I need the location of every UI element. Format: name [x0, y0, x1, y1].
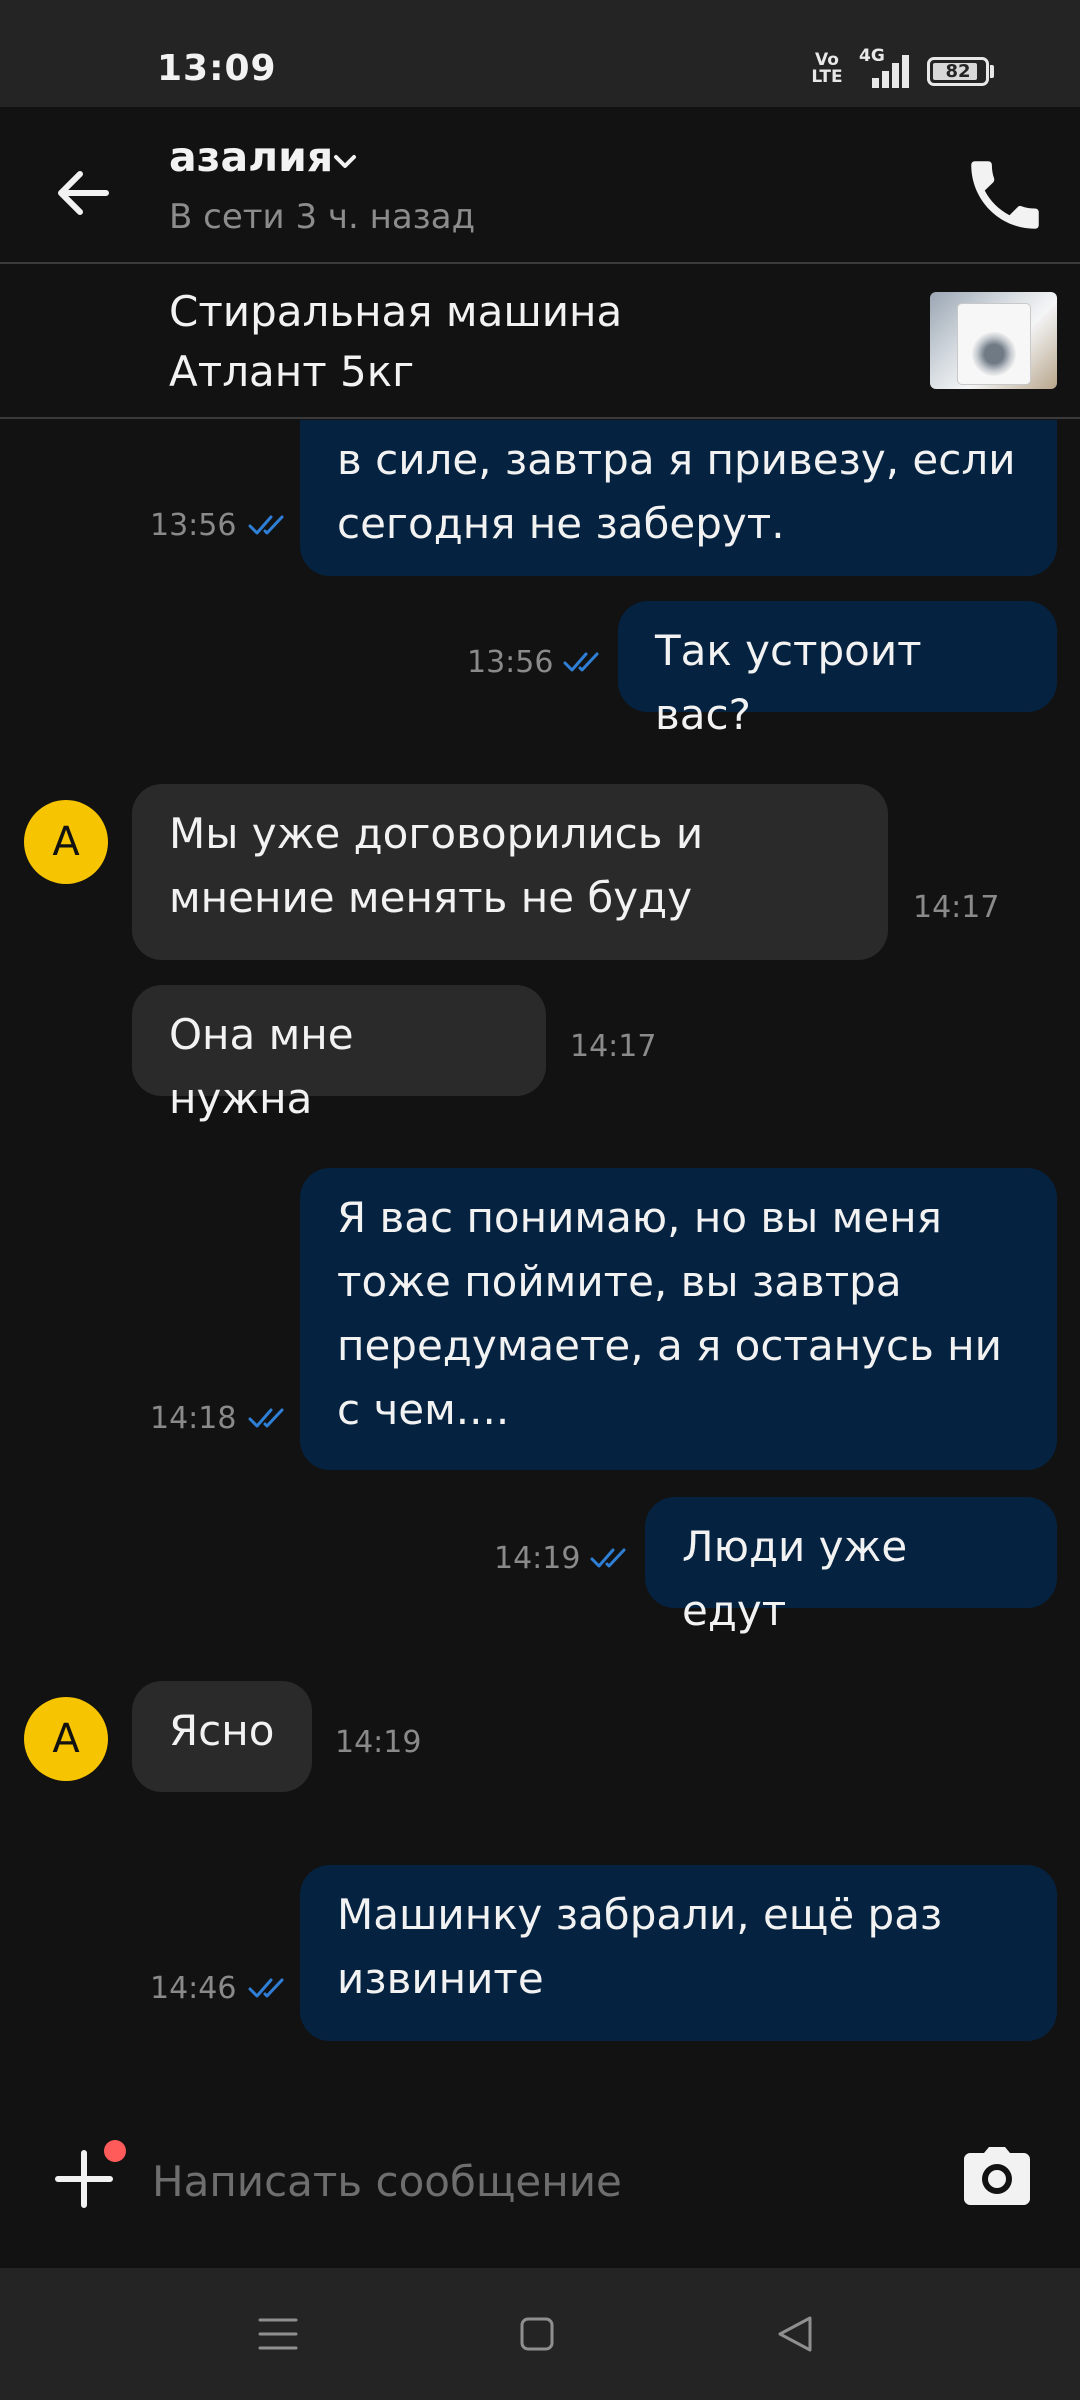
message-time: 13:56 — [467, 645, 554, 680]
message-list[interactable]: в силе, завтра я привезу, если сегодня н… — [0, 420, 1080, 2060]
camera-icon — [964, 2147, 1030, 2205]
message-bubble[interactable]: Так устроит вас? — [618, 601, 1057, 739]
message-time: 13:56 — [150, 508, 237, 543]
back-button[interactable] — [40, 150, 126, 236]
message-bubble[interactable]: Она мне нужна — [132, 985, 546, 1123]
read-ticks-icon — [248, 515, 284, 535]
menu-icon — [258, 2318, 298, 2350]
attach-button[interactable] — [54, 2149, 114, 2209]
triangle-back-icon — [778, 2316, 812, 2352]
message-bubble[interactable]: Мы уже договорились и мнение менять не б… — [132, 784, 888, 960]
washing-machine-image — [958, 304, 1030, 384]
chevron-down-icon[interactable] — [330, 147, 360, 177]
home-button[interactable] — [519, 2316, 555, 2352]
listing-divider — [0, 417, 1080, 419]
battery-level: 82 — [945, 61, 971, 82]
status-time: 13:09 — [157, 48, 277, 89]
contact-name[interactable]: азалия — [169, 133, 333, 181]
message-time: 14:19 — [494, 1541, 581, 1576]
read-ticks-icon — [248, 1408, 284, 1428]
plus-icon — [55, 2150, 113, 2208]
battery-tip — [990, 65, 994, 78]
message-time: 14:18 — [150, 1401, 237, 1436]
message-bubble[interactable]: Я вас понимаю, но вы меня тоже поймите, … — [300, 1168, 1057, 1470]
back-arrow-icon — [58, 171, 109, 215]
message-bubble[interactable]: Ясно — [132, 1681, 312, 1792]
read-ticks-icon — [590, 1548, 626, 1568]
listing-thumbnail[interactable] — [930, 292, 1057, 389]
notification-dot — [104, 2140, 126, 2162]
phone-icon — [971, 161, 1039, 229]
message-bubble[interactable]: в силе, завтра я привезу, если сегодня н… — [300, 420, 1057, 576]
message-bubble[interactable]: Люди уже едут — [645, 1497, 1057, 1635]
message-time: 14:17 — [913, 890, 1000, 925]
header-divider — [0, 262, 1080, 264]
message-time: 14:19 — [335, 1725, 422, 1760]
nav-back-button[interactable] — [776, 2314, 814, 2354]
message-time: 14:17 — [570, 1029, 657, 1064]
signal-icon — [868, 54, 914, 88]
camera-button[interactable] — [962, 2145, 1032, 2207]
read-ticks-icon — [248, 1978, 284, 1998]
square-icon — [520, 2317, 554, 2351]
call-button[interactable] — [960, 150, 1050, 240]
chat-header — [0, 107, 1080, 262]
listing-title[interactable]: Стиральная машина Атлант 5кг — [169, 282, 789, 402]
message-input[interactable] — [150, 2140, 914, 2222]
message-bubble[interactable]: Машинку забрали, ещё раз извините — [300, 1865, 1057, 2041]
last-seen-status: В сети 3 ч. назад — [169, 197, 476, 237]
avatar[interactable]: А — [24, 800, 108, 884]
avatar[interactable]: А — [24, 1697, 108, 1781]
volte-indicator: Vo LTE — [811, 50, 843, 87]
battery-icon: 82 — [927, 57, 989, 86]
message-time: 14:46 — [150, 1971, 237, 2006]
read-ticks-icon — [563, 652, 599, 672]
recent-apps-button[interactable] — [258, 2316, 298, 2352]
